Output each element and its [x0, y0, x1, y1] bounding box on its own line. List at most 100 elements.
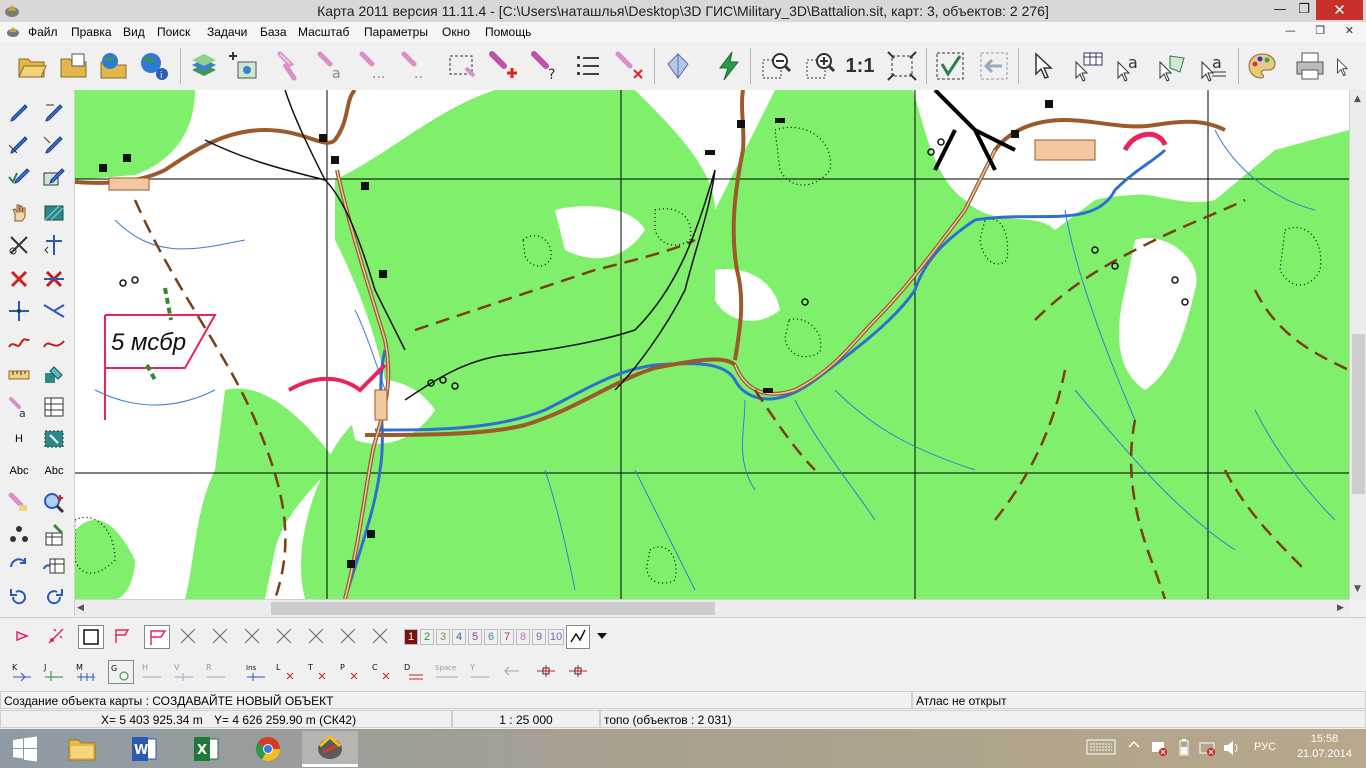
editor-tool-j[interactable]: J — [42, 660, 66, 682]
layer-number-3[interactable]: 3 — [436, 629, 450, 645]
undo-icon[interactable] — [5, 584, 33, 610]
editor-tool-m[interactable]: M — [74, 660, 98, 682]
rotate-icon[interactable] — [5, 554, 33, 580]
menu-parameters[interactable]: Параметры — [364, 25, 428, 39]
scroll-left-icon[interactable]: ◀ — [77, 603, 84, 613]
taskbar-excel[interactable]: X — [178, 731, 234, 767]
editor-tool-space[interactable]: Space — [434, 660, 462, 682]
battery-icon[interactable] — [1178, 739, 1190, 760]
text-select-icon[interactable]: a — [5, 394, 33, 420]
editor-tool-t[interactable]: T — [306, 660, 330, 682]
layer-number-7[interactable]: 7 — [500, 629, 514, 645]
editor-tool-ins[interactable]: Ins — [244, 660, 268, 682]
check-icon[interactable] — [932, 48, 968, 84]
point-mode-icon[interactable] — [10, 625, 34, 647]
pointer-polygon-icon[interactable] — [1154, 48, 1190, 84]
flag-selected-mode-icon[interactable] — [144, 625, 170, 649]
layer-number-4[interactable]: 4 — [452, 629, 466, 645]
cross-mode-6-icon[interactable] — [336, 625, 360, 647]
keyboard-icon[interactable] — [1086, 738, 1116, 759]
taskbar-word[interactable]: W — [116, 731, 172, 767]
editor-tool-h[interactable]: H — [140, 660, 164, 682]
table-link-icon[interactable] — [40, 554, 68, 580]
unit-label[interactable]: 5 мсбр — [111, 329, 186, 356]
cross-mode-5-icon[interactable] — [304, 625, 328, 647]
layers-icon[interactable] — [186, 48, 222, 84]
zoom-in-icon[interactable] — [802, 48, 838, 84]
tray-expand-icon[interactable] — [1128, 739, 1140, 754]
list-icon[interactable] — [570, 48, 606, 84]
smooth-icon[interactable] — [40, 330, 68, 356]
vertical-scroll-thumb[interactable] — [1352, 334, 1365, 494]
palette-icon[interactable] — [1244, 48, 1280, 84]
cut-icon[interactable] — [5, 232, 33, 258]
scale-one-to-one-button[interactable]: 1:1 — [842, 48, 878, 84]
redo-icon[interactable] — [40, 584, 68, 610]
select-dots-icon[interactable]: ... — [356, 48, 392, 84]
editor-undo-icon[interactable] — [500, 660, 524, 682]
fit-window-icon[interactable] — [884, 48, 920, 84]
delete-icon[interactable] — [5, 266, 33, 292]
taskbar-map-app[interactable] — [302, 731, 358, 767]
search-add-icon[interactable] — [40, 490, 68, 516]
transform-icon[interactable] — [40, 362, 68, 388]
pencil-edit-icon[interactable] — [40, 100, 68, 126]
editor-tool-v[interactable]: V — [172, 660, 196, 682]
pointer-table-icon[interactable] — [1070, 48, 1106, 84]
minimize-button[interactable]: — — [1268, 0, 1292, 20]
back-arrow-icon[interactable] — [976, 48, 1012, 84]
mdi-window-buttons[interactable]: — ❐ ✕ — [1285, 24, 1362, 37]
open-data-icon[interactable] — [56, 48, 92, 84]
pencil-line-icon[interactable] — [5, 132, 33, 158]
edit-table-icon[interactable] — [40, 522, 68, 548]
editor-tool-d[interactable]: D — [402, 660, 426, 682]
menu-view[interactable]: Вид — [123, 25, 145, 39]
globe-info-icon[interactable]: i — [136, 48, 172, 84]
open-globe-icon[interactable] — [96, 48, 132, 84]
layer-number-10[interactable]: 10 — [548, 629, 564, 645]
menu-window[interactable]: Окно — [442, 25, 470, 39]
flag-mode-icon[interactable] — [110, 625, 134, 647]
language-indicator[interactable]: РУС — [1254, 741, 1276, 753]
layer-number-2[interactable]: 2 — [420, 629, 434, 645]
pointer-text-icon[interactable]: a — [1112, 48, 1148, 84]
pencil-draw-icon[interactable] — [5, 100, 33, 126]
pointer-icon[interactable] — [1024, 48, 1060, 84]
menu-help[interactable]: Помощь — [485, 25, 531, 39]
horizontal-scroll-thumb[interactable] — [271, 602, 715, 615]
merge-icon[interactable] — [40, 266, 68, 292]
pencil-check-icon[interactable] — [5, 164, 33, 190]
dropdown-arrow-icon[interactable] — [592, 625, 612, 647]
move-point-icon[interactable] — [5, 298, 33, 324]
cluster-icon[interactable] — [5, 522, 33, 548]
layer-number-8[interactable]: 8 — [516, 629, 530, 645]
text-h-tool[interactable]: H — [5, 426, 33, 452]
add-to-selection-icon[interactable] — [486, 48, 522, 84]
editor-tool-c[interactable]: C — [370, 660, 394, 682]
pointer-label-icon[interactable]: a — [1196, 48, 1232, 84]
layer-number-9[interactable]: 9 — [532, 629, 546, 645]
cross-mode-4-icon[interactable] — [272, 625, 296, 647]
menu-tasks[interactable]: Задачи — [207, 25, 247, 39]
zoom-out-icon[interactable] — [758, 48, 794, 84]
scroll-right-icon[interactable]: ▶ — [1337, 603, 1344, 613]
menu-file[interactable]: Файл — [28, 25, 58, 39]
editor-tool-l[interactable]: L — [274, 660, 298, 682]
select-similar-icon[interactable]: .. — [398, 48, 434, 84]
vertical-scrollbar[interactable]: ▲ ▼ — [1349, 90, 1366, 599]
3d-view-icon[interactable] — [660, 48, 696, 84]
select-frame-icon[interactable] — [444, 48, 480, 84]
hand-icon[interactable] — [5, 200, 33, 226]
menu-search[interactable]: Поиск — [157, 25, 190, 39]
deselect-icon[interactable] — [612, 48, 648, 84]
editor-tool-p[interactable]: P — [338, 660, 362, 682]
cross-mode-3-icon[interactable] — [240, 625, 264, 647]
editor-tool-g[interactable]: G — [108, 660, 134, 684]
map-canvas[interactable]: 5 мсбр — [75, 90, 1349, 599]
open-icon[interactable] — [14, 48, 50, 84]
volume-icon[interactable] — [1222, 739, 1240, 760]
editor-tool-y[interactable]: Y — [468, 660, 492, 682]
split-line-icon[interactable] — [40, 232, 68, 258]
layer-number-6[interactable]: 6 — [484, 629, 498, 645]
menu-database[interactable]: База — [260, 25, 287, 39]
